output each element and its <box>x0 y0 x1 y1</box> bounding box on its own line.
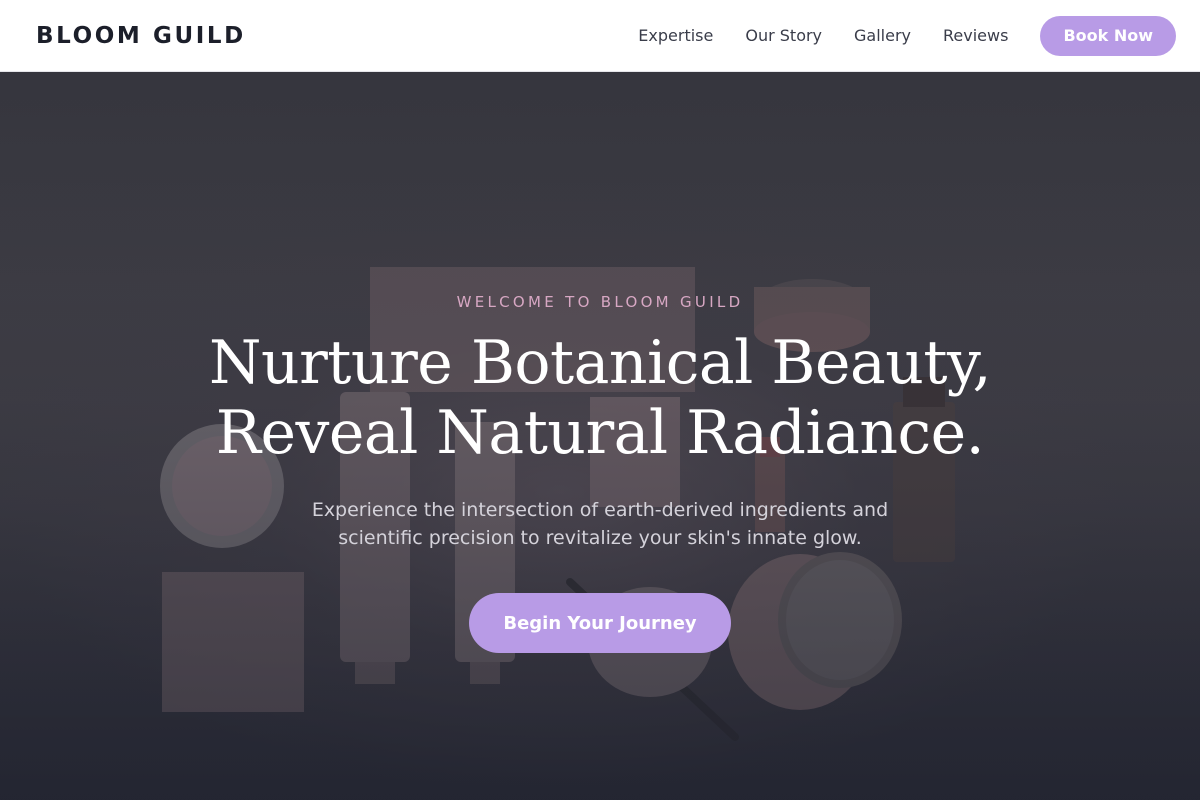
hero-headline: Nurture Botanical Beauty, Reveal Natural… <box>0 328 1200 468</box>
hero-headline-line-2: Reveal Natural Radiance. <box>215 398 985 468</box>
nav-link-our-story[interactable]: Our Story <box>745 26 822 45</box>
book-now-button[interactable]: Book Now <box>1040 15 1176 56</box>
hero-content: WELCOME TO BLOOM GUILD Nurture Botanical… <box>0 72 1200 800</box>
main-nav: Expertise Our Story Gallery Reviews Book… <box>638 15 1176 56</box>
hero-eyebrow: WELCOME TO BLOOM GUILD <box>456 293 744 311</box>
nav-link-reviews[interactable]: Reviews <box>943 26 1008 45</box>
site-header: BLOOM GUILD Expertise Our Story Gallery … <box>0 0 1200 72</box>
begin-journey-button[interactable]: Begin Your Journey <box>469 593 731 653</box>
hero-subtext: Experience the intersection of earth-der… <box>311 499 889 549</box>
hero-headline-line-1: Nurture Botanical Beauty, <box>208 328 992 398</box>
hero-section: WELCOME TO BLOOM GUILD Nurture Botanical… <box>0 72 1200 800</box>
brand-logo[interactable]: BLOOM GUILD <box>36 23 246 49</box>
nav-link-expertise[interactable]: Expertise <box>638 26 713 45</box>
nav-link-gallery[interactable]: Gallery <box>854 26 911 45</box>
